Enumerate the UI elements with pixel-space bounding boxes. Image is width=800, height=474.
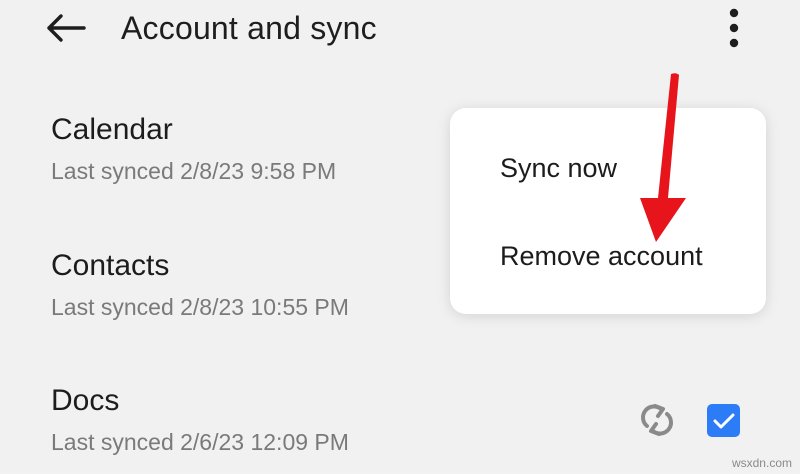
menu-item-sync-now[interactable]: Sync now	[500, 151, 617, 185]
sync-item-subtitle: Last synced 2/6/23 12:09 PM	[51, 429, 349, 455]
overflow-menu: Sync now Remove account	[450, 108, 766, 314]
menu-item-remove-account[interactable]: Remove account	[500, 239, 703, 273]
more-vertical-icon	[729, 8, 739, 48]
page-title: Account and sync	[121, 10, 377, 46]
refresh-icon	[641, 404, 673, 436]
back-button[interactable]	[40, 6, 90, 50]
more-options-button[interactable]	[716, 4, 752, 52]
sync-refresh-icon[interactable]	[638, 401, 676, 439]
account-sync-screen: Account and sync Calendar Last synced 2/…	[0, 0, 800, 474]
sync-checkbox-docs[interactable]	[707, 404, 740, 437]
sync-item-title: Docs	[51, 384, 120, 417]
arrow-left-icon	[47, 14, 86, 42]
watermark: wsxdn.com	[731, 456, 792, 470]
sync-item-docs[interactable]: Docs Last synced 2/6/23 12:09 PM	[51, 383, 800, 456]
checkmark-icon	[713, 413, 734, 428]
